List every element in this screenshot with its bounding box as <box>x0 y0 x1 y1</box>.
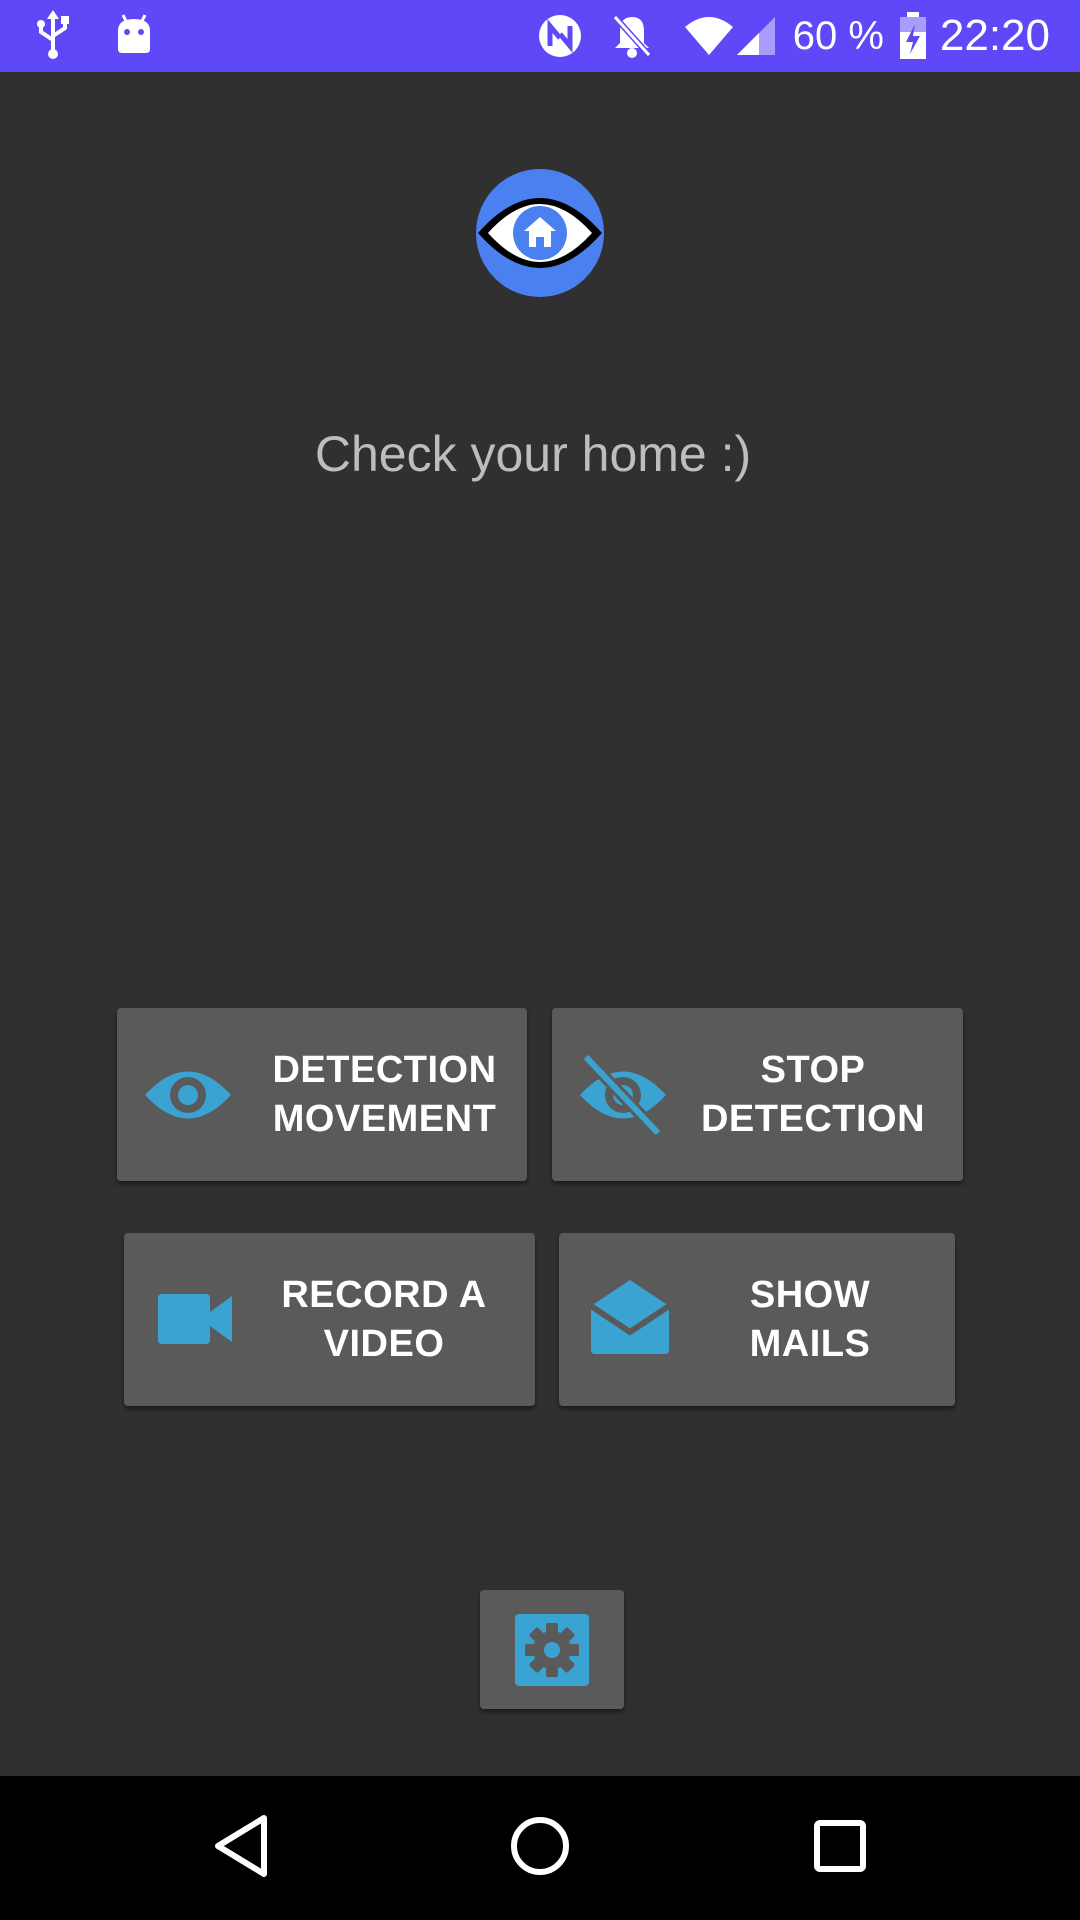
status-bar: 60 % 22:20 <box>0 0 1080 72</box>
recents-icon <box>812 1818 868 1879</box>
eye-icon <box>143 1050 233 1140</box>
back-icon <box>212 1814 272 1883</box>
videocam-icon <box>158 1293 234 1345</box>
battery-charging-icon <box>898 12 928 60</box>
app-logo-icon <box>474 167 606 299</box>
home-icon <box>508 1814 572 1883</box>
back-button[interactable] <box>196 1802 288 1894</box>
settings-gear-icon <box>515 1614 589 1686</box>
tagline: Check your home :) <box>314 426 752 482</box>
record-video-label: RECORD A VIDEO <box>281 1274 487 1365</box>
stop-detection-label: STOP DETECTION <box>700 1049 926 1140</box>
navigation-bar <box>0 1776 1080 1920</box>
settings-button[interactable] <box>480 1590 624 1709</box>
android-debug-icon <box>114 13 154 57</box>
clock: 22:20 <box>939 11 1050 60</box>
stop-detection-button[interactable]: STOP DETECTION <box>552 1008 963 1181</box>
record-video-button[interactable]: RECORD A VIDEO <box>124 1233 535 1406</box>
notifications-off-icon <box>611 13 653 59</box>
open-mail-icon <box>589 1277 671 1355</box>
show-mails-label: SHOW MAILS <box>749 1274 871 1365</box>
eye-off-icon <box>578 1050 668 1140</box>
battery-percent: 60 % <box>792 13 884 58</box>
recents-button[interactable] <box>794 1802 886 1894</box>
app-screen: 60 % 22:20 Check your home :) DETECTION … <box>0 0 1080 1920</box>
usb-icon <box>36 10 70 60</box>
nfc-icon <box>537 13 583 59</box>
detection-movement-label: DETECTION MOVEMENT <box>272 1049 497 1140</box>
wifi-icon <box>683 15 735 57</box>
signal-icon <box>735 15 777 57</box>
show-mails-button[interactable]: SHOW MAILS <box>559 1233 955 1406</box>
home-button[interactable] <box>494 1802 586 1894</box>
detection-movement-button[interactable]: DETECTION MOVEMENT <box>117 1008 527 1181</box>
